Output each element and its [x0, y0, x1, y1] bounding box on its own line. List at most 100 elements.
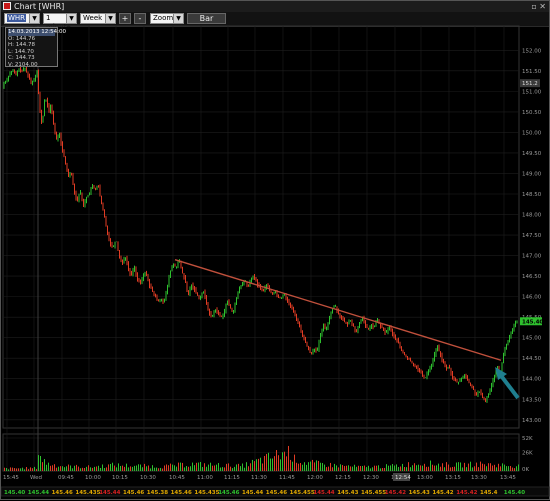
volume-bar [48, 462, 49, 471]
volume-bar [268, 452, 269, 471]
volume-bar [512, 467, 513, 471]
volume-bar [458, 462, 459, 471]
volume-bar [108, 464, 109, 471]
volume-bar [468, 463, 469, 471]
volume-bar [296, 462, 297, 471]
volume-bar [462, 467, 463, 471]
volume-bar [448, 464, 449, 471]
volume-bar [254, 461, 255, 471]
volume-bar [420, 465, 421, 471]
price-axis-label: 144.50 [522, 356, 542, 362]
volume-bar [518, 464, 519, 471]
volume-bar [244, 467, 245, 471]
volume-bar [154, 467, 155, 471]
volume-bar [352, 466, 353, 471]
volume-bar [10, 467, 11, 471]
volume-bar [88, 465, 89, 471]
volume-axis: 52K 26K 0K [522, 436, 533, 473]
volume-bar [132, 466, 133, 471]
price-axis-label: 144.00 [522, 377, 542, 383]
strip-price-cell: 145.44 [313, 490, 334, 496]
price-axis-label: 152.00 [522, 48, 542, 54]
volume-bar [314, 462, 315, 471]
volume-bar [36, 469, 37, 471]
volume-bar [94, 466, 95, 471]
volume-bar [338, 467, 339, 471]
volume-bar [190, 466, 191, 471]
volume-bar [186, 466, 187, 471]
volume-bar [50, 465, 51, 471]
volume-bar [478, 467, 479, 471]
volume-bar [408, 462, 409, 471]
volume-bar [230, 466, 231, 471]
volume-bar [70, 465, 71, 471]
volume-bar [472, 467, 473, 471]
volume-bar [228, 463, 229, 471]
volume-bar [120, 465, 121, 471]
volume-bar [262, 463, 263, 471]
volume-bar [128, 467, 129, 471]
volume-bar [234, 466, 235, 471]
volume-bar [292, 461, 293, 471]
price-axis-label: 145.00 [522, 336, 542, 342]
volume-bar [434, 465, 435, 471]
volume-bar [498, 463, 499, 471]
volume-bar [166, 464, 167, 471]
volume-bar [326, 467, 327, 471]
volume-bar [306, 464, 307, 471]
price-axis-label: 151.00 [522, 89, 542, 95]
volume-bar [272, 458, 273, 471]
volume-bar [394, 465, 395, 471]
volume-axis-label: 52K [522, 436, 533, 442]
volume-bar [72, 468, 73, 471]
volume-bar [402, 463, 403, 471]
volume-bar [374, 465, 375, 471]
volume-bar [424, 463, 425, 471]
volume-bar [430, 460, 431, 471]
volume-bar [170, 463, 171, 471]
volume-bar [364, 465, 365, 471]
volume-bar [106, 467, 107, 471]
price-axis-label: 149.00 [522, 171, 542, 177]
volume-bar [252, 459, 253, 471]
strip-price-cell: 145.42 [385, 490, 406, 496]
volume-bar [100, 467, 101, 471]
strip-price-cell: 145.40 [504, 490, 525, 496]
volume-bar [398, 466, 399, 471]
volume-bar [464, 462, 465, 471]
bottom-price-strip: 145.40 145.44 145.46 145.435145.44 145.46 145… [1, 486, 550, 497]
volume-bar [366, 467, 367, 471]
volume-bar [218, 463, 219, 471]
price-chart[interactable]: 152.00 151.50 151.00 150.50 150.00 149.50 149.… [1, 1, 550, 501]
volume-bar [156, 467, 157, 471]
volume-bar [476, 462, 477, 471]
volume-bar [86, 466, 87, 471]
volume-bar [160, 467, 161, 471]
volume-bar [414, 463, 415, 471]
strip-price-cell: 145.46 [171, 490, 192, 496]
volume-bar [4, 467, 5, 471]
volume-bar [286, 456, 287, 471]
volume-bar [226, 463, 227, 471]
volume-bar [278, 455, 279, 471]
volume-bar [22, 467, 23, 471]
volume-bar [480, 461, 481, 471]
volume-bar [84, 467, 85, 471]
cursor-time-label: 12:54 [395, 475, 411, 481]
price-axis-label: 147.50 [522, 233, 542, 239]
time-axis-label: 13:45 [500, 475, 516, 481]
volume-bar [98, 465, 99, 471]
volume-bar [150, 468, 151, 471]
price-axis-label: 150.00 [522, 130, 542, 136]
strip-price-cell: 145.46 [266, 490, 287, 496]
volume-bar [508, 466, 509, 471]
volume-bar [124, 466, 125, 471]
volume-bar [426, 466, 427, 471]
volume-bar [470, 461, 471, 471]
volume-bar [342, 465, 343, 471]
price-axis-label: 143.00 [522, 418, 542, 424]
volume-bar [236, 464, 237, 471]
volume-bar [330, 462, 331, 471]
price-axis-label: 146.00 [522, 295, 542, 301]
volume-bar [514, 468, 515, 471]
